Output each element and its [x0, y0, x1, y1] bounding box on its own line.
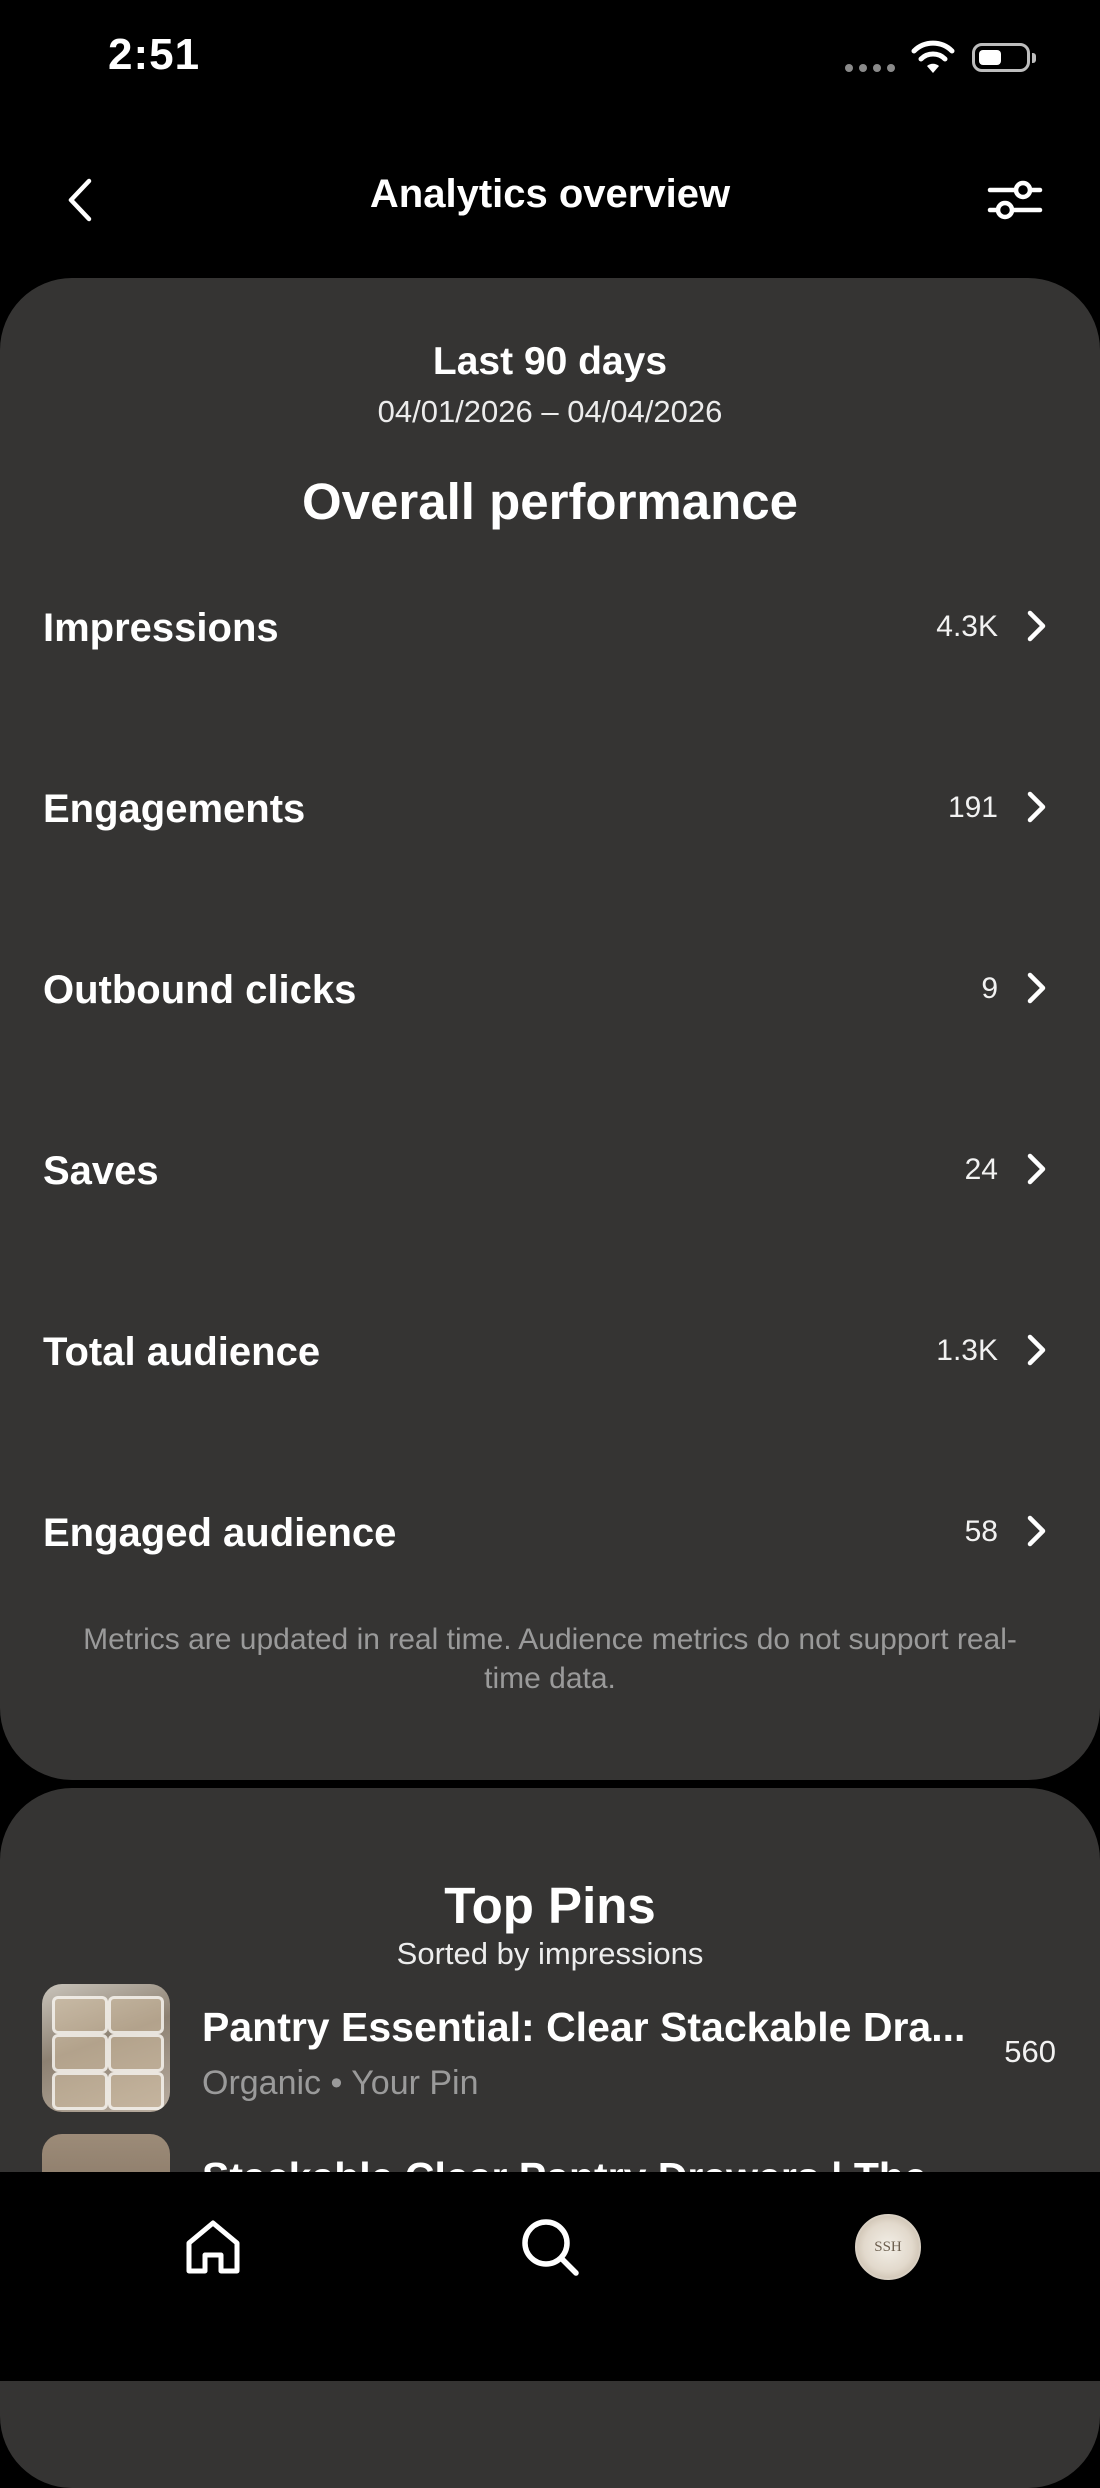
metric-value: 1.3K: [936, 1334, 998, 1367]
status-time: 2:51: [108, 30, 201, 79]
nav-profile-button[interactable]: SSH: [843, 2202, 933, 2292]
search-icon: [522, 2219, 579, 2276]
chevron-right-icon: [1027, 1153, 1046, 1185]
wifi-icon: [910, 40, 956, 81]
metric-row-total-audience[interactable]: Total audience 1.3K: [0, 1300, 1100, 1400]
chevron-right-icon: [1027, 1515, 1046, 1547]
chevron-right-icon: [1027, 972, 1046, 1004]
metric-label: Impressions: [43, 606, 279, 650]
header: Analytics overview: [0, 150, 1100, 250]
battery-icon: [972, 43, 1036, 72]
metric-value: 58: [964, 1515, 998, 1548]
date-range-title: Last 90 days: [432, 340, 668, 383]
pin-row[interactable]: Pantry Essential: Clear Stackable Dra...…: [0, 1984, 1100, 2114]
top-pins-card: Top Pins Sorted by impressions Pantry Es…: [0, 1788, 1100, 2488]
metric-row-engaged-audience[interactable]: Engaged audience 58: [0, 1481, 1100, 1581]
avatar: SSH: [855, 2214, 921, 2280]
metric-value: 24: [964, 1153, 998, 1186]
chevron-right-icon: [1027, 610, 1046, 642]
nav-home-button[interactable]: [168, 2202, 258, 2292]
metric-label: Outbound clicks: [43, 968, 357, 1012]
date-range-dates: 04/01/2026 – 04/04/2026: [377, 394, 723, 429]
metric-label: Saves: [43, 1149, 159, 1193]
chevron-right-icon: [1027, 1334, 1046, 1366]
status-bar: 2:51: [0, 0, 1100, 120]
nav-search-button[interactable]: [505, 2202, 595, 2292]
metric-row-outbound-clicks[interactable]: Outbound clicks 9: [0, 938, 1100, 1038]
section-title-overall-performance: Overall performance: [301, 473, 799, 530]
metric-row-saves[interactable]: Saves 24: [0, 1119, 1100, 1219]
avatar-monogram: SSH: [874, 2238, 902, 2255]
cellular-signal-icon: [845, 64, 895, 72]
metric-value: 191: [947, 791, 998, 824]
bottom-navigation: SSH: [0, 2172, 1100, 2381]
metric-label: Total audience: [43, 1330, 321, 1374]
metric-row-impressions[interactable]: Impressions 4.3K: [0, 576, 1100, 676]
metric-label: Engaged audience: [43, 1511, 397, 1555]
pin-impressions: 560: [1004, 2034, 1056, 2069]
pin-thumbnail: [42, 1984, 170, 2112]
filter-button[interactable]: [980, 170, 1050, 230]
page-title: Analytics overview: [369, 172, 731, 216]
metric-label: Engagements: [43, 787, 306, 831]
section-title-top-pins: Top Pins: [444, 1877, 656, 1934]
sliders-icon: [987, 180, 1043, 220]
overall-performance-card: Last 90 days 04/01/2026 – 04/04/2026 Ove…: [0, 278, 1100, 1780]
pin-title: Pantry Essential: Clear Stackable Dra...: [202, 2004, 966, 2050]
chevron-right-icon: [1027, 791, 1046, 823]
home-icon: [186, 2220, 240, 2274]
metric-row-engagements[interactable]: Engagements 191: [0, 757, 1100, 857]
metric-value: 4.3K: [936, 610, 998, 643]
pin-meta: Organic • Your Pin: [202, 2064, 479, 2102]
metrics-note: Metrics are updated in real time. Audien…: [83, 1623, 1017, 1695]
metric-value: 9: [981, 972, 998, 1005]
sort-label: Sorted by impressions: [396, 1936, 704, 1971]
